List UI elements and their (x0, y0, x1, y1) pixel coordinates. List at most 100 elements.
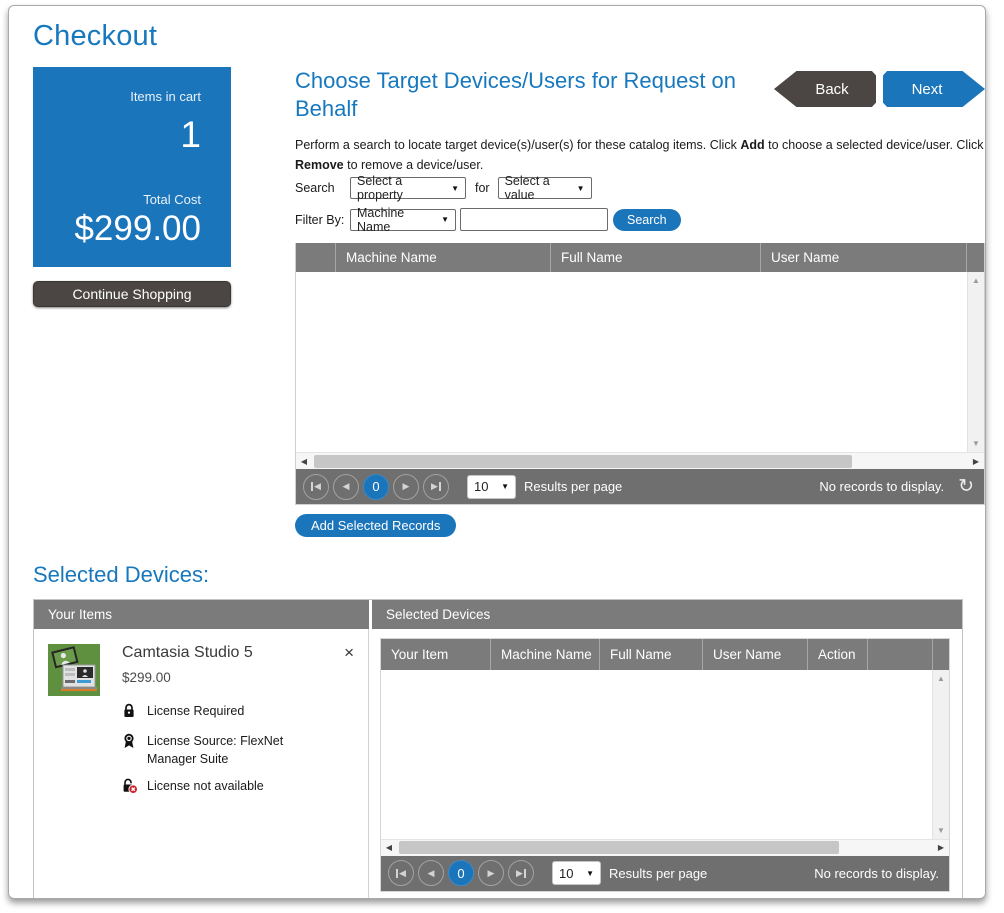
search-row: Search Select a property ▼ for Select a … (295, 177, 985, 199)
cart-summary-column: Items in cart 1 Total Cost $299.00 Conti… (33, 67, 231, 307)
scroll-right-icon[interactable]: ▶ (933, 843, 949, 852)
vertical-scrollbar[interactable]: ▲ ▼ (967, 272, 984, 452)
cart-summary-card: Items in cart 1 Total Cost $299.00 (33, 67, 231, 267)
scrollbar-column-header (933, 639, 949, 670)
main-row: Items in cart 1 Total Cost $299.00 Conti… (33, 67, 963, 537)
filter-text-input[interactable] (460, 208, 608, 231)
column-header-machine-name[interactable]: Machine Name (336, 243, 551, 272)
lock-error-icon (122, 777, 138, 799)
results-pager-bar: ◀ ◀ 0 ▶ ▶ 10 ▼ Results per page No recor… (296, 469, 984, 504)
cart-item-name: Camtasia Studio 5 (122, 644, 253, 662)
search-label: Search (295, 181, 350, 195)
wizard-heading: Choose Target Devices/Users for Request … (295, 67, 745, 122)
selected-grid-header: Your Item Machine Name Full Name User Na… (381, 639, 949, 670)
filter-search-button[interactable]: Search (613, 209, 681, 231)
panel-header-bars: Your Items Selected Devices (34, 600, 962, 629)
selected-devices-section: Your Items Selected Devices (33, 599, 963, 900)
chevron-down-icon: ▼ (586, 869, 594, 878)
next-page-button[interactable]: ▶ (393, 474, 419, 500)
scrollbar-track[interactable] (312, 455, 968, 468)
scrollbar-thumb[interactable] (314, 455, 852, 468)
column-header-user-name[interactable]: User Name (761, 243, 967, 272)
refresh-icon[interactable]: ↻ (958, 477, 974, 496)
current-page-indicator[interactable]: 0 (363, 474, 389, 500)
instruction-add-word: Add (740, 138, 764, 152)
cart-item-details: Camtasia Studio 5 × $299.00 (122, 644, 356, 808)
previous-page-button[interactable]: ◀ (333, 474, 359, 500)
column-header-user-name[interactable]: User Name (703, 639, 808, 670)
last-page-button[interactable]: ▶ (423, 474, 449, 500)
value-select[interactable]: Select a value ▼ (498, 177, 592, 199)
total-cost-label: Total Cost (43, 192, 201, 207)
first-page-button[interactable]: ◀ (303, 474, 329, 500)
next-button-label: Next (912, 81, 943, 98)
search-results-grid: Machine Name Full Name User Name ▲ ▼ ◀ ▶ (295, 243, 985, 505)
page-title: Checkout (33, 20, 963, 53)
last-page-button[interactable]: ▶ (508, 860, 534, 886)
page-size-select[interactable]: 10 ▼ (552, 861, 601, 885)
chevron-down-icon: ▼ (451, 184, 459, 193)
selected-devices-panel-header: Selected Devices (372, 600, 962, 629)
items-in-cart-count: 1 (43, 114, 201, 156)
wizard-buttons: Back Next (774, 67, 985, 107)
award-ribbon-icon (122, 732, 138, 768)
previous-page-button[interactable]: ◀ (418, 860, 444, 886)
license-badges: License Required Li (122, 702, 356, 799)
scrollbar-thumb[interactable] (399, 841, 839, 854)
next-button[interactable]: Next (883, 71, 985, 107)
page-size-select[interactable]: 10 ▼ (467, 475, 516, 499)
column-header-full-name[interactable]: Full Name (551, 243, 761, 272)
scroll-down-icon[interactable]: ▼ (937, 826, 945, 835)
scroll-left-icon[interactable]: ◀ (381, 843, 397, 852)
column-header-machine-name[interactable]: Machine Name (491, 639, 600, 670)
page-size-value: 10 (559, 866, 573, 881)
scroll-right-icon[interactable]: ▶ (968, 457, 984, 466)
filter-field-select[interactable]: Machine Name ▼ (350, 209, 456, 231)
page-size-value: 10 (474, 479, 488, 494)
column-header-your-item[interactable]: Your Item (381, 639, 491, 670)
total-cost-value: $299.00 (43, 209, 201, 249)
instruction-part-1: Perform a search to locate target device… (295, 138, 740, 152)
horizontal-scrollbar[interactable]: ◀ ▶ (296, 452, 984, 469)
remove-item-icon[interactable]: × (342, 644, 356, 661)
spacer-column-header (868, 639, 933, 670)
chevron-down-icon: ▼ (577, 184, 585, 193)
column-header-full-name[interactable]: Full Name (600, 639, 703, 670)
vertical-scrollbar[interactable]: ▲ ▼ (932, 670, 949, 839)
first-page-button[interactable]: ◀ (388, 860, 414, 886)
license-required-text: License Required (147, 702, 244, 723)
instruction-part-3: to remove a device/user. (344, 158, 484, 172)
instruction-remove-word: Remove (295, 158, 344, 172)
scroll-down-icon[interactable]: ▼ (972, 439, 980, 448)
horizontal-scrollbar[interactable]: ◀ ▶ (381, 839, 949, 856)
wizard-column: Choose Target Devices/Users for Request … (295, 67, 985, 537)
license-source-text: License Source: FlexNet Manager Suite (147, 732, 297, 768)
add-selected-records-button[interactable]: Add Selected Records (295, 514, 456, 537)
scroll-left-icon[interactable]: ◀ (296, 457, 312, 466)
results-per-page-label: Results per page (609, 866, 707, 881)
column-header-action[interactable]: Action (808, 639, 868, 670)
select-column-header (296, 243, 336, 272)
current-page-indicator[interactable]: 0 (448, 860, 474, 886)
for-label: for (475, 181, 490, 195)
wizard-header: Choose Target Devices/Users for Request … (295, 67, 985, 122)
results-grid-header: Machine Name Full Name User Name (296, 243, 984, 272)
items-in-cart-label: Items in cart (43, 89, 201, 104)
your-items-header: Your Items (34, 600, 369, 629)
checkout-page: Checkout Items in cart 1 Total Cost $299… (8, 5, 986, 899)
license-unavailable-text: License not available (147, 777, 264, 799)
panels-body: Camtasia Studio 5 × $299.00 (34, 629, 962, 900)
back-button-label: Back (815, 81, 848, 98)
scroll-up-icon[interactable]: ▲ (937, 674, 945, 683)
instruction-part-2: to choose a selected device/user. Click (765, 138, 984, 152)
scroll-up-icon[interactable]: ▲ (972, 276, 980, 285)
back-button[interactable]: Back (774, 71, 876, 107)
results-status-text: No records to display. (814, 866, 939, 881)
chevron-down-icon: ▼ (501, 482, 509, 491)
filter-row: Filter By: Machine Name ▼ Search (295, 208, 985, 231)
next-page-button[interactable]: ▶ (478, 860, 504, 886)
scrollbar-track[interactable] (397, 841, 933, 854)
property-select[interactable]: Select a property ▼ (350, 177, 466, 199)
lock-icon (122, 702, 138, 723)
continue-shopping-button[interactable]: Continue Shopping (33, 281, 231, 307)
